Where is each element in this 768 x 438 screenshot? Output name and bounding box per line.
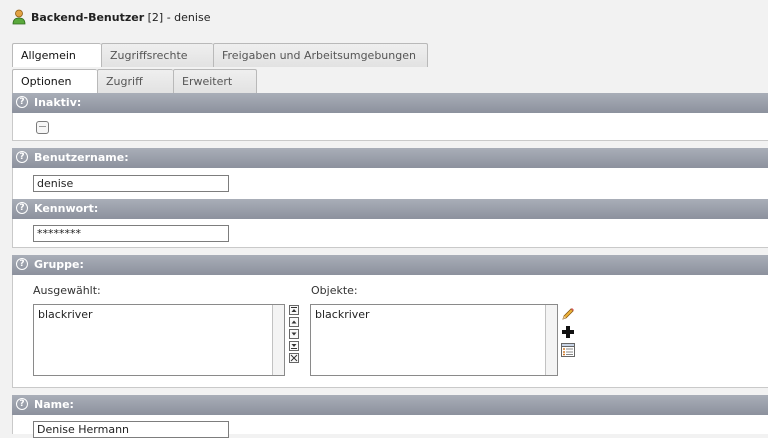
section-title: Benutzername: [34, 151, 129, 164]
tab-zugriff[interactable]: Zugriff [97, 69, 173, 93]
record-title: Backend-Benutzer [2] - denise [31, 11, 211, 24]
tab-zugriffsrechte[interactable]: Zugriffsrechte [101, 43, 213, 67]
move-bottom-button[interactable] [289, 341, 299, 351]
move-down-button[interactable] [289, 329, 299, 339]
username-field[interactable]: denise [33, 175, 229, 192]
record-actions [560, 306, 576, 360]
main-tabs: Allgemein Zugriffsrechte Freigaben und A… [12, 43, 428, 67]
section-inaktiv: ? Inaktiv: [12, 93, 768, 113]
inaktiv-checkbox[interactable] [36, 121, 49, 134]
section-title: Inaktiv: [34, 96, 82, 109]
list-item[interactable]: blackriver [315, 308, 370, 321]
section-title: Kennwort: [34, 202, 99, 215]
available-groups-list[interactable]: blackriver [310, 304, 558, 376]
move-top-button[interactable] [289, 305, 299, 315]
section-title: Gruppe: [34, 258, 84, 271]
help-icon[interactable]: ? [16, 96, 28, 108]
help-icon[interactable]: ? [16, 258, 28, 270]
list-item[interactable]: blackriver [38, 308, 93, 321]
section-name: ? Name: [12, 395, 768, 415]
help-icon[interactable]: ? [16, 398, 28, 410]
user-icon [12, 9, 26, 25]
plus-icon[interactable] [560, 324, 576, 340]
selected-label: Ausgewählt: [33, 284, 101, 297]
remove-icon[interactable] [289, 353, 299, 363]
move-buttons [289, 305, 300, 365]
tab-freigaben[interactable]: Freigaben und Arbeitsumgebungen [213, 43, 428, 67]
tab-optionen[interactable]: Optionen [12, 69, 97, 93]
section-benutzername: ? Benutzername: [12, 148, 768, 168]
help-icon[interactable]: ? [16, 202, 28, 214]
section-title: Name: [34, 398, 74, 411]
section-gruppe: ? Gruppe: [12, 255, 768, 275]
tab-erweitert[interactable]: Erweitert [173, 69, 257, 93]
help-icon[interactable]: ? [16, 151, 28, 163]
section-kennwort: ? Kennwort: [12, 199, 768, 219]
objects-label: Objekte: [311, 284, 358, 297]
password-field[interactable]: ******** [33, 225, 229, 242]
list-icon[interactable] [560, 342, 576, 358]
record-header: Backend-Benutzer [2] - denise [0, 0, 768, 38]
sub-tabs: Optionen Zugriff Erweitert [12, 69, 257, 93]
pencil-icon[interactable] [560, 306, 576, 322]
scrollbar[interactable] [545, 305, 557, 375]
selected-groups-list[interactable]: blackriver [33, 304, 285, 376]
move-up-button[interactable] [289, 317, 299, 327]
scrollbar[interactable] [272, 305, 284, 375]
name-field[interactable]: Denise Hermann [33, 421, 229, 438]
tab-allgemein[interactable]: Allgemein [12, 43, 101, 67]
